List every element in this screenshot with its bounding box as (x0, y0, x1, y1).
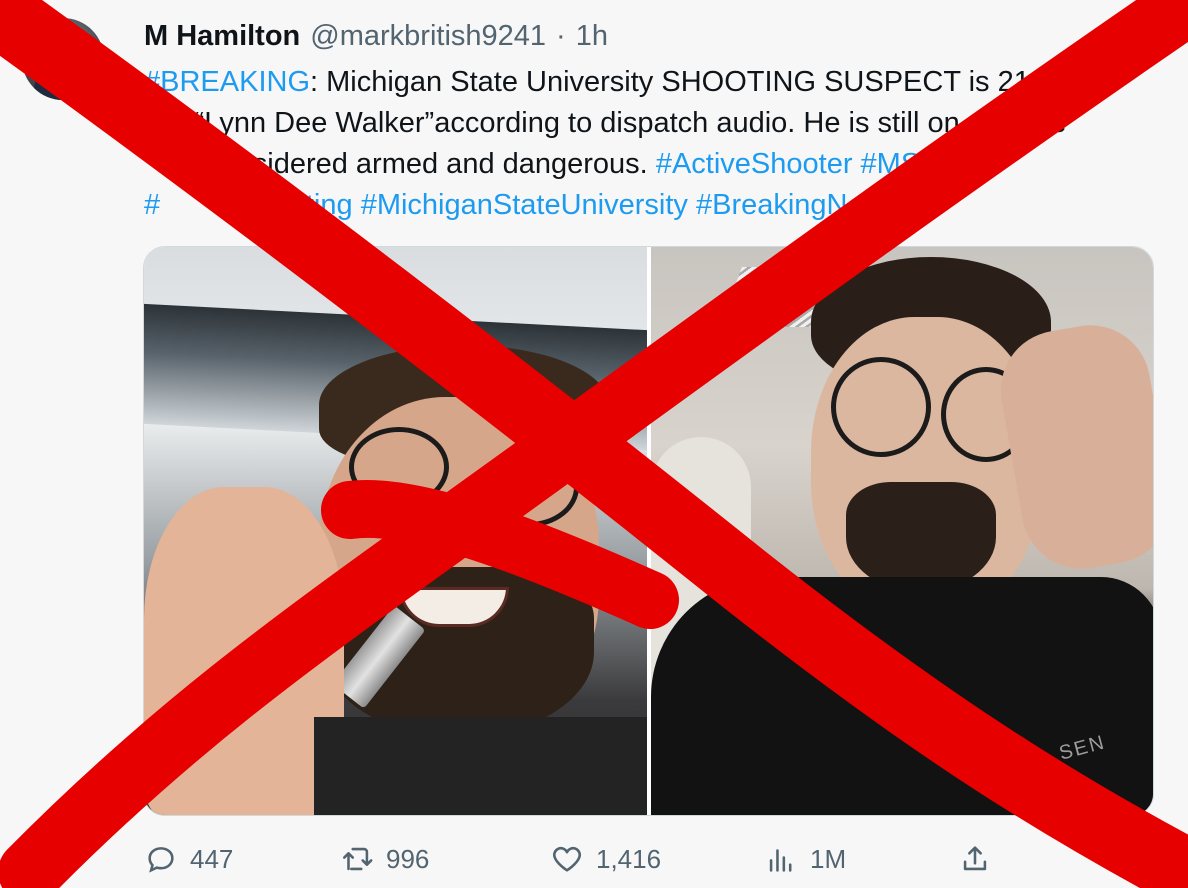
tweet-timestamp[interactable]: 1h (576, 20, 608, 53)
header-separator: · (556, 20, 566, 52)
tweet-line-1: #BREAKING: Michigan State University SHO… (144, 62, 1154, 103)
beard (846, 482, 996, 592)
retweet-count: 996 (386, 843, 430, 874)
shirt (314, 717, 647, 815)
glasses-lens (479, 447, 579, 527)
heart-icon (553, 846, 581, 872)
glasses-lens (831, 357, 931, 457)
author-name[interactable]: M Hamilton (144, 20, 300, 53)
tweet-text-segment: ld “Lynn Dee Walker”according to dispatc… (164, 107, 960, 139)
tweet-text-segment: : Michigan State University SHOOTING SUS… (310, 66, 1053, 98)
view-count: 1M (810, 843, 847, 874)
photo-left[interactable] (144, 247, 647, 815)
retweet-icon (342, 847, 373, 871)
author-handle[interactable]: @markbritish9241 (310, 20, 546, 53)
tweet-text-segment: ose (1019, 107, 1067, 139)
tweet-text: #BREAKING: Michigan State University SHO… (144, 62, 1154, 226)
tweet-screenshot: M Hamilton @markbritish9241 · 1h #BREAKI… (0, 0, 1188, 888)
tweet-line-4: # Shooting #MichiganStateUniversity #Brea… (144, 185, 1154, 226)
avatar-body (34, 62, 92, 100)
reply-button[interactable]: 447 (144, 842, 233, 876)
reply-count: 447 (190, 843, 234, 874)
hashtag-ms[interactable]: #MS (861, 148, 921, 180)
hashtag-activeshooter[interactable]: #ActiveShooter (656, 148, 853, 180)
retweet-button[interactable]: 996 (340, 842, 429, 876)
share-icon (963, 846, 987, 871)
tweet-text-segment (353, 189, 361, 221)
avatar-head (50, 32, 76, 62)
share-button[interactable] (958, 842, 992, 876)
tweet-line-2: ld “Lynn Dee Walker”according to dispatc… (144, 103, 1154, 144)
hashtag-fragment[interactable]: # (144, 189, 160, 221)
glasses-lens (349, 427, 449, 507)
tweet-actions: 447 996 1,416 1M (144, 842, 1004, 882)
shirt (651, 577, 1153, 815)
views-button[interactable]: 1M (764, 842, 846, 876)
tweet-text-segment: considered armed and dangerous. (206, 148, 656, 180)
tweet-line-3: considered armed and dangerous. #ActiveS… (144, 144, 1154, 185)
photo-right[interactable]: SEN (651, 247, 1153, 815)
reply-icon (148, 847, 174, 873)
like-count: 1,416 (596, 843, 662, 874)
hashtag-breaking[interactable]: #BREAKING (144, 66, 310, 98)
media-grid: SEN (143, 246, 1154, 816)
tweet-header: M Hamilton @markbritish9241 · 1h (144, 20, 608, 53)
views-icon (769, 849, 792, 872)
tweet-text-segment (852, 148, 860, 180)
hashtag-shooting[interactable]: Shooting (238, 189, 353, 221)
like-button[interactable]: 1,416 (550, 842, 661, 876)
tweet-text-segment (688, 189, 696, 221)
avatar[interactable] (22, 18, 104, 100)
hashtag-michiganstateuniversity[interactable]: #MichiganStateUniversity (361, 189, 688, 221)
hashtag-breakingnews[interactable]: #BreakingNe (696, 189, 864, 221)
